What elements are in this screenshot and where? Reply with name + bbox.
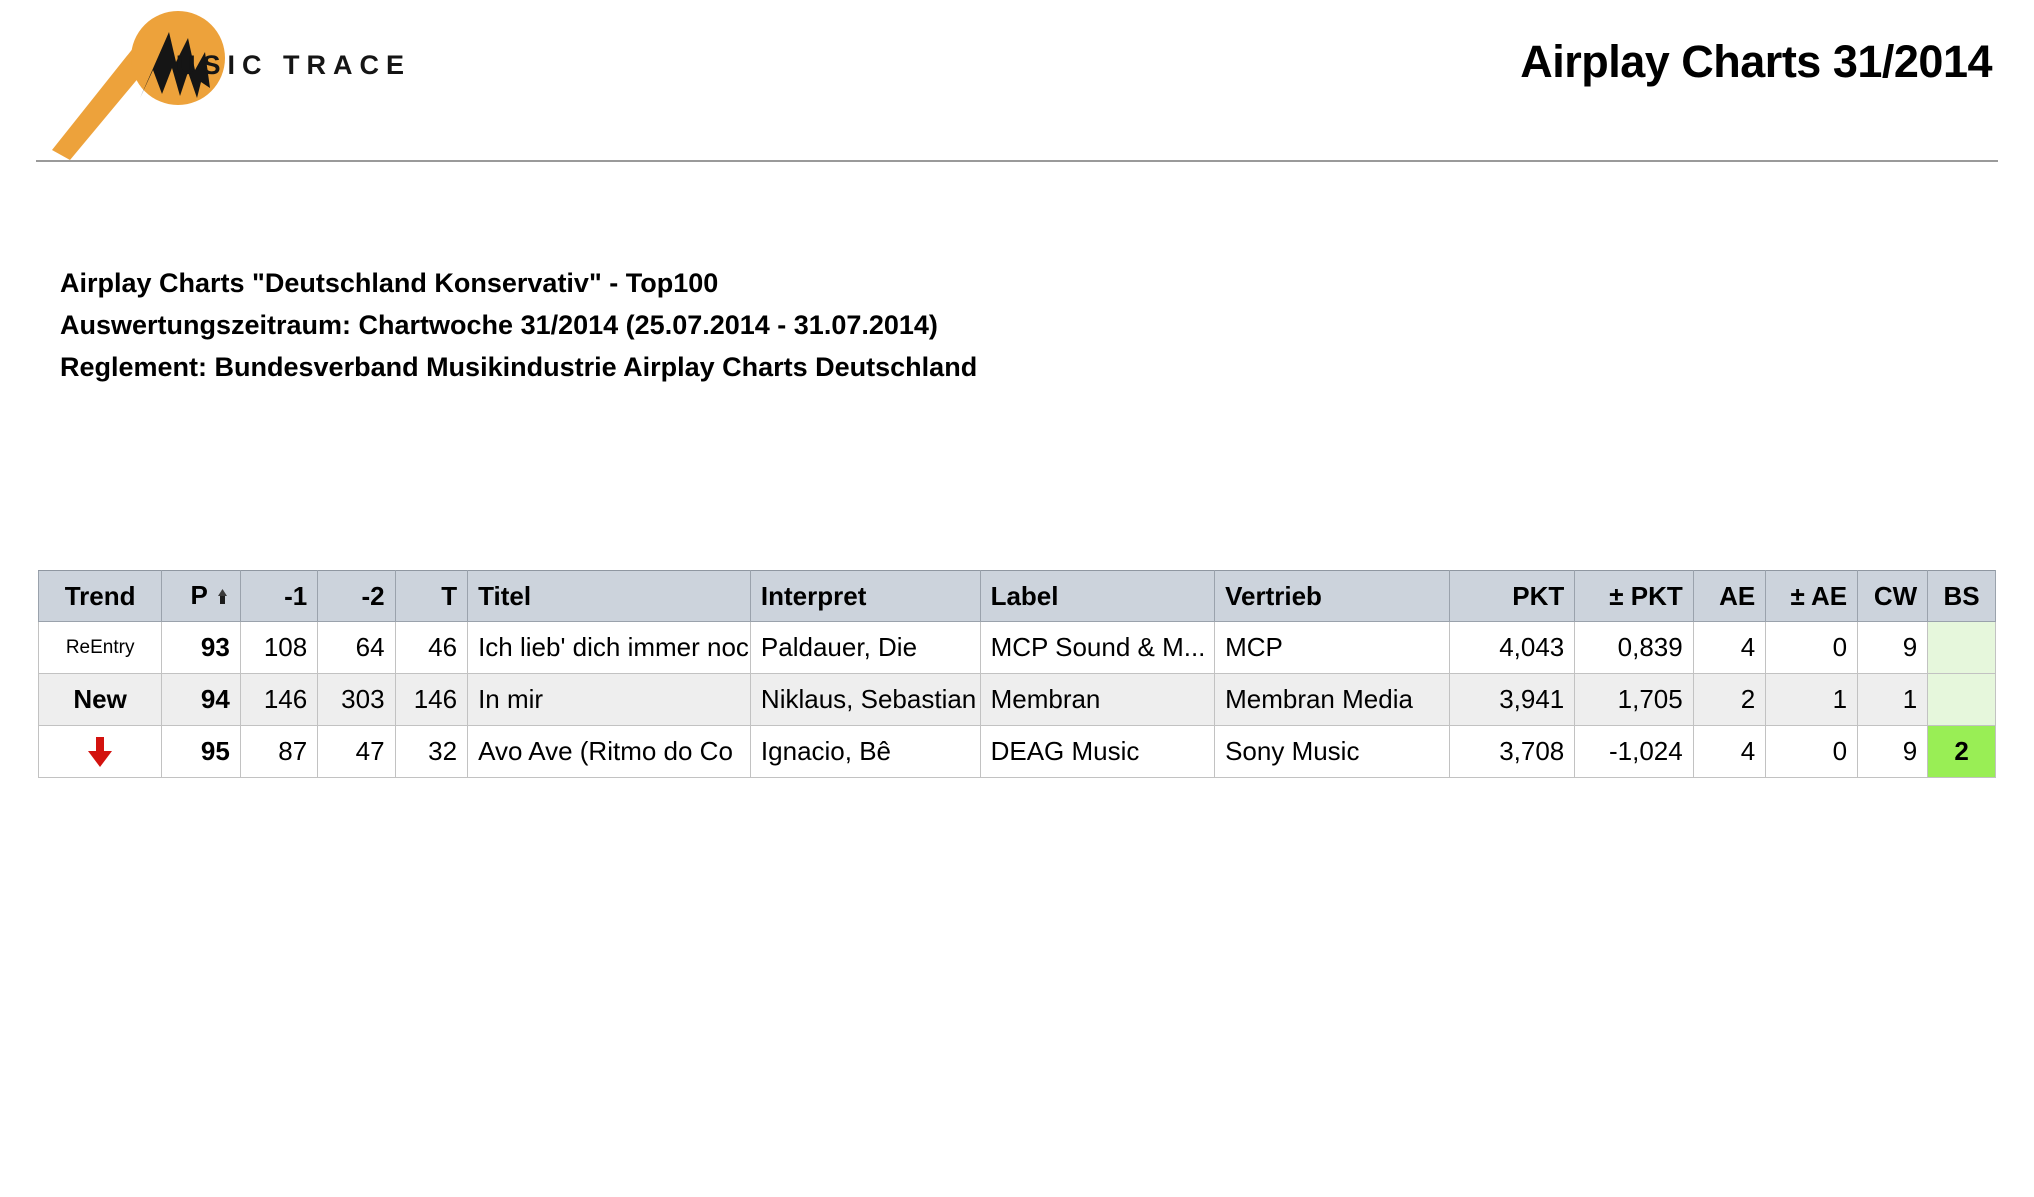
cell-cw: 9 — [1857, 725, 1929, 778]
column-header-minus-1[interactable]: -1 — [239, 570, 319, 622]
cell-minus-2: 47 — [317, 725, 396, 778]
cell-delta-pkt: -1,024 — [1574, 725, 1694, 778]
cell-pkt: 3,708 — [1448, 725, 1576, 778]
page-title: Airplay Charts 31/2014 — [1520, 36, 1992, 87]
cell-trend — [38, 725, 163, 778]
table-row[interactable]: 95 87 47 32 Avo Ave (Ritmo do Co Ignacio… — [38, 725, 1996, 778]
airplay-charts-table: Trend P -1 -2 T Titel Interpret Label Ve… — [38, 570, 1996, 778]
column-header-p-label: P — [190, 579, 208, 610]
cell-interpret: Ignacio, Bê — [749, 725, 981, 778]
column-header-vertrieb[interactable]: Vertrieb — [1214, 570, 1450, 622]
sort-ascending-icon[interactable] — [215, 581, 230, 612]
cell-minus-2: 64 — [317, 621, 396, 674]
description-line-3: Reglement: Bundesverband Musikindustrie … — [60, 352, 978, 382]
column-header-t[interactable]: T — [394, 570, 469, 622]
cell-position: 93 — [161, 621, 241, 674]
column-header-p[interactable]: P — [161, 570, 241, 622]
trend-reentry-label: ReEntry — [65, 636, 135, 658]
column-header-minus-2[interactable]: -2 — [317, 570, 396, 622]
cell-vertrieb: Sony Music — [1214, 725, 1450, 778]
column-header-label[interactable]: Label — [979, 570, 1216, 622]
cell-titel: Avo Ave (Ritmo do Co — [467, 725, 751, 778]
table-row[interactable]: ReEntry 93 108 64 46 Ich lieb' dich imme… — [38, 621, 1996, 674]
cell-minus-1: 87 — [239, 725, 319, 778]
cell-trend: ReEntry — [38, 621, 163, 674]
header-divider — [36, 160, 1998, 162]
column-header-interpret[interactable]: Interpret — [749, 570, 981, 622]
cell-ae: 4 — [1692, 621, 1767, 674]
cell-label: MCP Sound & M... — [979, 621, 1216, 674]
cell-t: 32 — [394, 725, 469, 778]
cell-delta-pkt: 1,705 — [1574, 673, 1694, 726]
cell-trend: New — [38, 673, 163, 726]
cell-titel: Ich lieb' dich immer noch — [467, 621, 751, 674]
cell-bs — [1927, 673, 1996, 726]
svg-text:USIC TRACE: USIC TRACE — [176, 50, 411, 80]
music-trace-logo: USIC TRACE — [40, 10, 420, 160]
cell-ae: 2 — [1692, 673, 1767, 726]
cell-cw: 1 — [1857, 673, 1929, 726]
description-line-2: Auswertungszeitraum: Chartwoche 31/2014 … — [60, 310, 938, 340]
trend-down-arrow-icon — [49, 735, 151, 769]
cell-interpret: Paldauer, Die — [749, 621, 981, 674]
cell-delta-ae: 0 — [1765, 725, 1859, 778]
trend-new-label: New — [73, 684, 127, 714]
cell-label: Membran — [979, 673, 1216, 726]
cell-cw: 9 — [1857, 621, 1929, 674]
column-header-bs[interactable]: BS — [1927, 570, 1996, 622]
cell-position: 95 — [161, 725, 241, 778]
cell-ae: 4 — [1692, 725, 1767, 778]
cell-interpret: Niklaus, Sebastian — [749, 673, 981, 726]
cell-delta-pkt: 0,839 — [1574, 621, 1694, 674]
column-header-pkt[interactable]: PKT — [1448, 570, 1576, 622]
cell-minus-2: 303 — [317, 673, 396, 726]
column-header-titel[interactable]: Titel — [467, 570, 751, 622]
table-header-row: Trend P -1 -2 T Titel Interpret Label Ve… — [38, 570, 1996, 622]
column-header-delta-ae[interactable]: ± AE — [1765, 570, 1859, 622]
report-description: Airplay Charts "Deutschland Konservativ"… — [60, 262, 977, 388]
cell-minus-1: 108 — [239, 621, 319, 674]
cell-pkt: 3,941 — [1448, 673, 1576, 726]
cell-pkt: 4,043 — [1448, 621, 1576, 674]
cell-bs — [1927, 621, 1996, 674]
cell-label: DEAG Music — [979, 725, 1216, 778]
charts-table-container: Trend P -1 -2 T Titel Interpret Label Ve… — [38, 570, 1996, 778]
cell-delta-ae: 1 — [1765, 673, 1859, 726]
cell-minus-1: 146 — [239, 673, 319, 726]
cell-position: 94 — [161, 673, 241, 726]
cell-vertrieb: MCP — [1214, 621, 1450, 674]
cell-titel: In mir — [467, 673, 751, 726]
table-row[interactable]: New 94 146 303 146 In mir Niklaus, Sebas… — [38, 673, 1996, 726]
cell-delta-ae: 0 — [1765, 621, 1859, 674]
table-body: ReEntry 93 108 64 46 Ich lieb' dich imme… — [38, 621, 1996, 778]
column-header-cw[interactable]: CW — [1857, 570, 1929, 622]
page-header: USIC TRACE Airplay Charts 31/2014 — [0, 0, 2034, 162]
cell-vertrieb: Membran Media — [1214, 673, 1450, 726]
column-header-ae[interactable]: AE — [1692, 570, 1767, 622]
column-header-delta-pkt[interactable]: ± PKT — [1574, 570, 1694, 622]
cell-t: 146 — [394, 673, 469, 726]
column-header-trend[interactable]: Trend — [38, 570, 163, 622]
cell-t: 46 — [394, 621, 469, 674]
cell-bs: 2 — [1927, 725, 1996, 778]
description-line-1: Airplay Charts "Deutschland Konservativ"… — [60, 268, 719, 298]
